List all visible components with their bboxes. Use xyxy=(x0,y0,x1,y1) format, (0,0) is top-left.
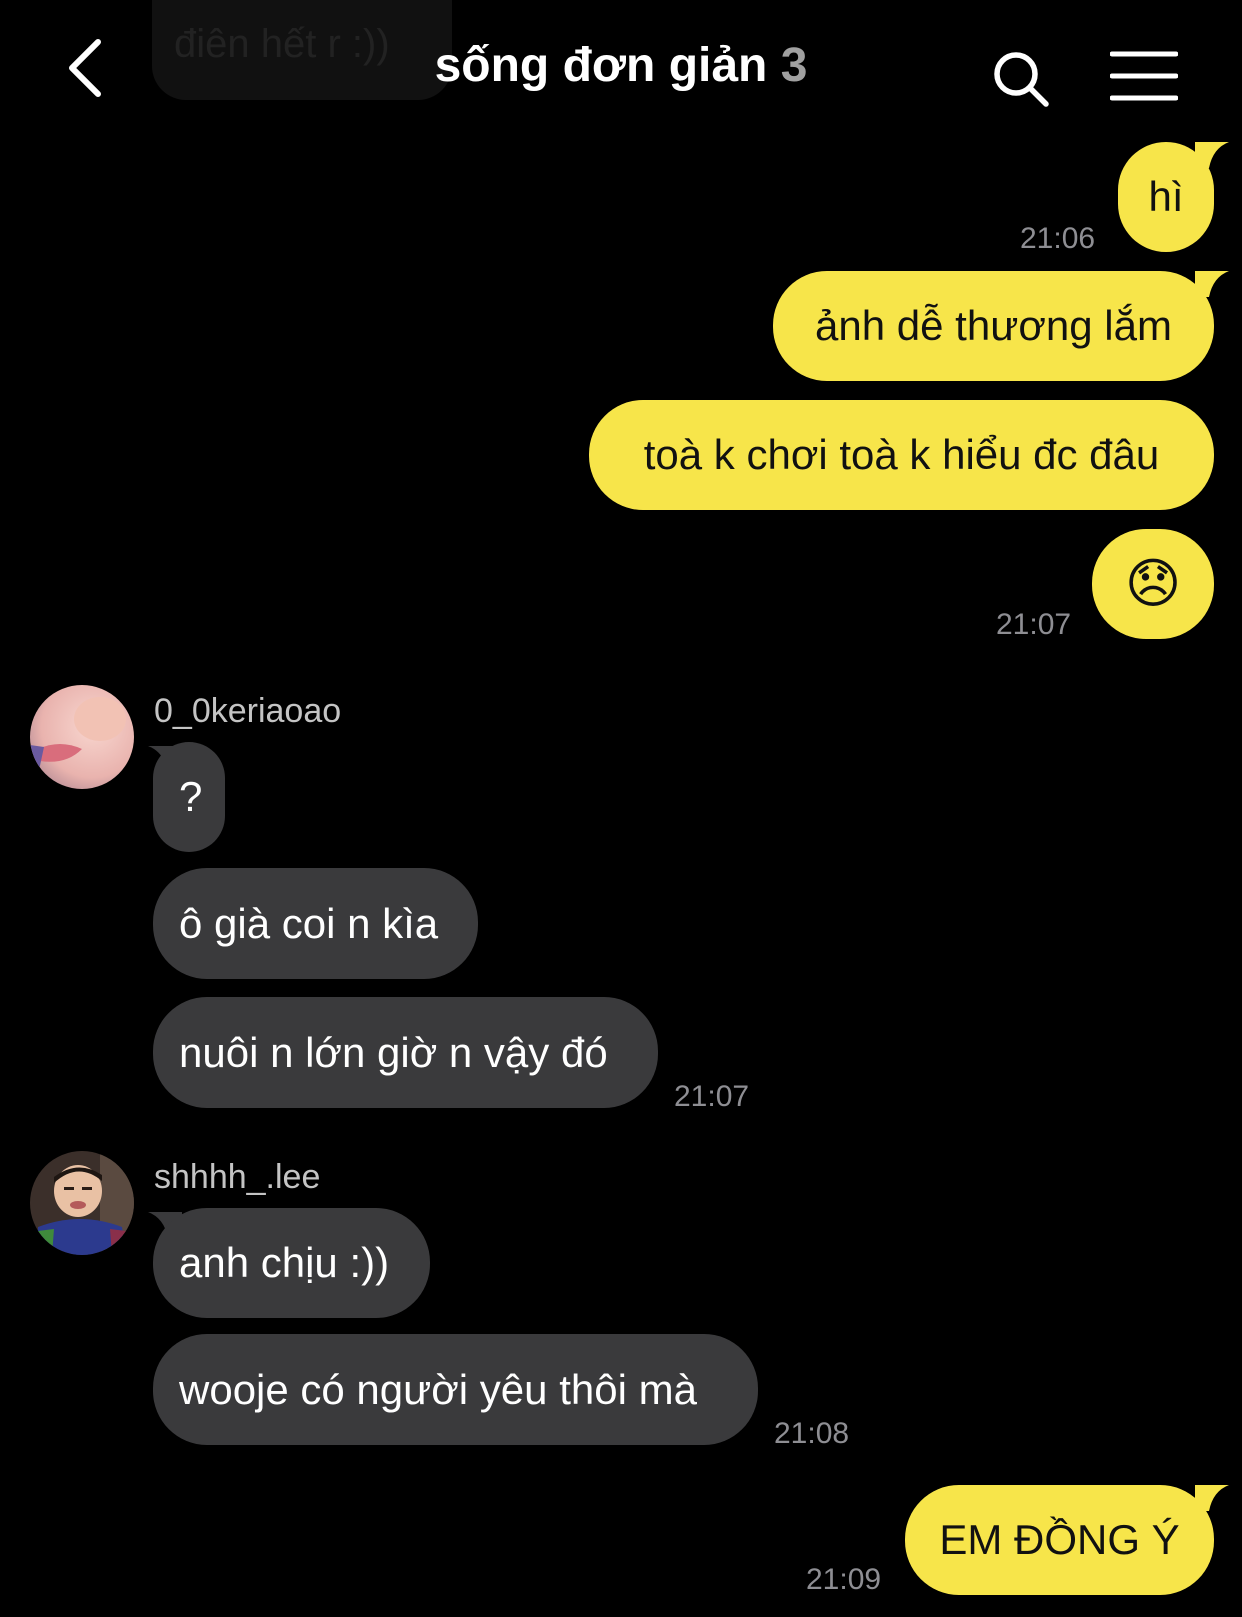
outgoing-message-bubble[interactable]: toà k chơi toà k hiểu đc đâu xyxy=(589,400,1214,510)
avatar[interactable] xyxy=(30,1151,134,1255)
message-timestamp: 21:08 xyxy=(774,1417,850,1450)
member-count: 3 xyxy=(780,39,808,92)
chat-title[interactable]: sống đơn giản 3 xyxy=(0,38,1242,93)
search-icon xyxy=(994,52,1049,107)
message-text: ô già coi n kìa xyxy=(179,899,439,947)
chat-header: điên hết r :)) sống đơn giản 3 xyxy=(0,0,1242,135)
chat-title-text: sống đơn giản xyxy=(434,39,768,92)
outgoing-message-bubble[interactable]: EM ĐỒNG Ý xyxy=(905,1485,1214,1595)
avatar[interactable] xyxy=(30,685,134,789)
search-button[interactable] xyxy=(990,48,1054,112)
message-text: wooje có người yêu thôi mà xyxy=(179,1365,697,1413)
message-timestamp: 21:09 xyxy=(806,1563,882,1596)
message-timestamp: 21:07 xyxy=(996,608,1072,641)
incoming-message-bubble[interactable]: nuôi n lớn giờ n vậy đó xyxy=(153,997,658,1108)
bubble-tail xyxy=(1195,1485,1229,1511)
incoming-message-bubble[interactable]: anh chịu :)) xyxy=(153,1208,430,1318)
message-text: hì xyxy=(1148,173,1184,220)
message-text: ? xyxy=(179,773,203,820)
message-timestamp: 21:07 xyxy=(674,1080,750,1113)
message-text: nuôi n lớn giờ n vậy đó xyxy=(179,1028,608,1076)
hamburger-menu-icon xyxy=(1109,51,1179,101)
bubble-tail xyxy=(1195,271,1229,297)
outgoing-message-bubble[interactable]: 😞 xyxy=(1092,529,1214,639)
message-timestamp: 21:06 xyxy=(1020,222,1096,255)
bubble-tail xyxy=(1195,142,1229,168)
incoming-message-bubble[interactable]: ? xyxy=(153,742,225,852)
menu-button[interactable] xyxy=(1109,50,1179,102)
message-text: ảnh dễ thương lắm xyxy=(815,302,1172,349)
user-avatar-image xyxy=(30,1151,134,1255)
message-text: anh chịu :)) xyxy=(179,1239,390,1286)
disappointed-face-emoji: 😞 xyxy=(1124,554,1182,614)
outgoing-message-bubble[interactable]: ảnh dễ thương lắm xyxy=(773,271,1214,381)
sender-name: shhhh_.lee xyxy=(154,1158,321,1196)
incoming-message-bubble[interactable]: wooje có người yêu thôi mà xyxy=(153,1334,758,1445)
message-text: toà k chơi toà k hiểu đc đâu xyxy=(643,431,1160,478)
user-avatar-image xyxy=(30,685,134,789)
message-text: EM ĐỒNG Ý xyxy=(939,1516,1180,1563)
incoming-message-bubble[interactable]: ô già coi n kìa xyxy=(153,868,478,979)
sender-name: 0_0keriaoao xyxy=(154,692,342,730)
